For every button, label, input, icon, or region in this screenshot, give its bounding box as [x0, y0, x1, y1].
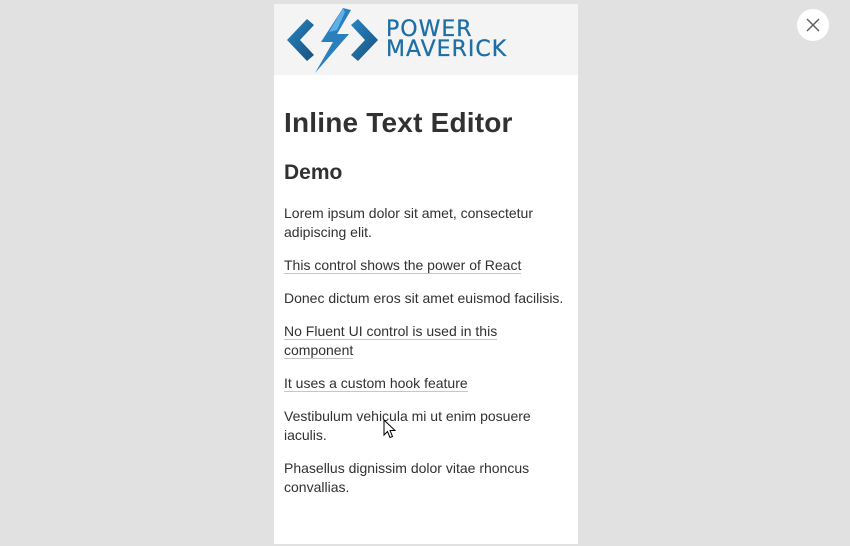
- paragraph-text: Lorem ipsum dolor sit amet, consectetur …: [284, 205, 533, 240]
- paragraph-text: Vestibulum vehicula mi ut enim posuere i…: [284, 408, 531, 443]
- logo-wordmark: POWER MAVERICK: [386, 18, 508, 62]
- page-title: Inline Text Editor: [284, 107, 513, 138]
- logo-banner: POWER MAVERICK: [274, 4, 578, 75]
- overlay-backdrop: POWER MAVERICK Inline Text Editor Demo L…: [0, 0, 850, 546]
- editor-content: Inline Text Editor Demo Lorem ipsum dolo…: [274, 106, 578, 497]
- paragraph-text: Phasellus dignissim dolor vitae rhoncus …: [284, 460, 530, 495]
- logo-line-2: MAVERICK: [386, 36, 508, 62]
- close-icon: [806, 18, 820, 32]
- side-panel: POWER MAVERICK Inline Text Editor Demo L…: [274, 4, 578, 544]
- paragraph-7: Phasellus dignissim dolor vitae rhoncus …: [284, 459, 568, 497]
- power-maverick-logo-icon: [287, 7, 378, 73]
- paragraph-2-editable[interactable]: This control shows the power of React: [284, 256, 568, 275]
- paragraph-5-editable[interactable]: It uses a custom hook feature: [284, 374, 568, 393]
- paragraph-1: Lorem ipsum dolor sit amet, consectetur …: [284, 204, 568, 242]
- paragraph-4-editable[interactable]: No Fluent UI control is used in this com…: [284, 322, 568, 360]
- section-subtitle: Demo: [284, 161, 343, 184]
- inline-edit-text[interactable]: It uses a custom hook feature: [284, 375, 468, 392]
- inline-edit-text[interactable]: This control shows the power of React: [284, 257, 522, 274]
- inline-edit-text[interactable]: No Fluent UI control is used in this com…: [284, 323, 498, 359]
- close-button[interactable]: [797, 9, 829, 41]
- paragraph-3: Donec dictum eros sit amet euismod facil…: [284, 289, 568, 308]
- paragraph-6: Vestibulum vehicula mi ut enim posuere i…: [284, 407, 568, 445]
- paragraph-text: Donec dictum eros sit amet euismod facil…: [284, 290, 564, 306]
